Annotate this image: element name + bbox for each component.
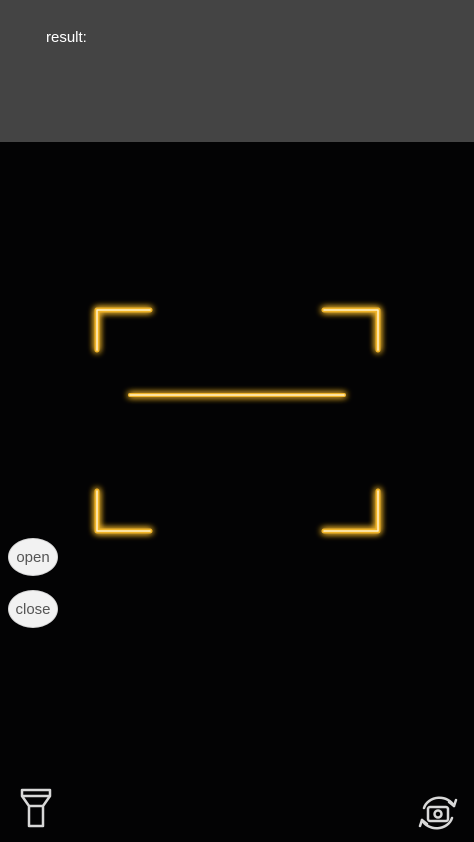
flashlight-icon[interactable]	[16, 786, 56, 830]
open-button[interactable]: open	[8, 538, 58, 576]
close-button[interactable]: close	[8, 590, 58, 628]
scanner-screen: result: open close	[0, 0, 474, 842]
camera-preview	[0, 142, 474, 842]
result-label: result:	[46, 29, 87, 46]
switch-camera-icon[interactable]	[416, 792, 458, 836]
result-panel: result:	[0, 0, 474, 142]
